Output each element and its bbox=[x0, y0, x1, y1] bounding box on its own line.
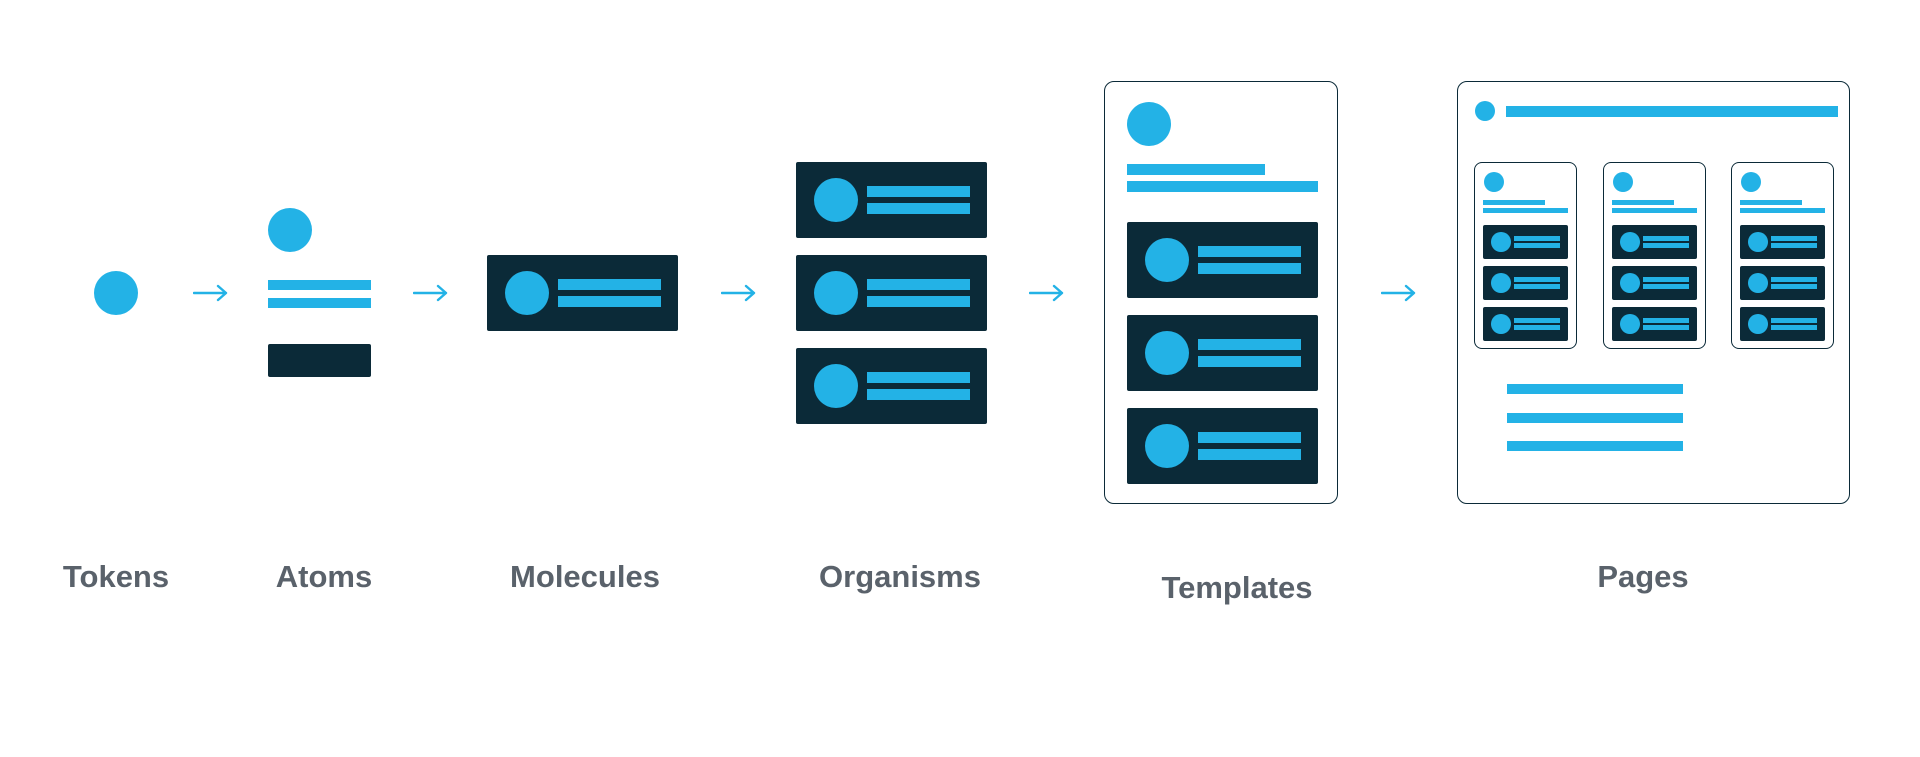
card-circle bbox=[1619, 273, 1640, 293]
card-circle bbox=[1145, 237, 1190, 283]
card-bar bbox=[866, 389, 970, 401]
card-bar bbox=[866, 371, 970, 383]
card-circle bbox=[1619, 314, 1640, 334]
card-bar bbox=[1771, 235, 1818, 241]
card-bar bbox=[557, 278, 661, 290]
mini-bar bbox=[1740, 200, 1802, 205]
page-body-bar bbox=[1507, 441, 1683, 451]
card-bar bbox=[1197, 245, 1301, 257]
mini-bar bbox=[1483, 208, 1568, 213]
card-circle bbox=[814, 177, 859, 223]
page-body-bar bbox=[1507, 384, 1683, 394]
card-bar bbox=[1771, 317, 1818, 323]
stage-label-atoms: Atoms bbox=[275, 559, 373, 594]
card-bar bbox=[1643, 317, 1690, 323]
arrow-right-icon bbox=[1029, 284, 1064, 302]
stage-label-tokens: Tokens bbox=[62, 559, 170, 594]
arrow-right-icon bbox=[1381, 284, 1416, 302]
card-circle bbox=[1747, 273, 1768, 293]
stage-label-molecules: Molecules bbox=[510, 559, 660, 594]
card-bar bbox=[866, 185, 970, 197]
card-bar bbox=[557, 296, 661, 308]
card-circle bbox=[505, 270, 550, 316]
mini-circle bbox=[1484, 172, 1504, 192]
card-bar bbox=[1771, 276, 1818, 282]
stage-label-pages: Pages bbox=[1597, 559, 1689, 594]
atom-bar bbox=[268, 298, 371, 308]
stage-label-organisms: Organisms bbox=[819, 559, 981, 594]
page-header-circle bbox=[1475, 101, 1495, 121]
card-circle bbox=[1145, 330, 1190, 376]
card-bar bbox=[1771, 243, 1818, 249]
mini-bar bbox=[1483, 200, 1545, 205]
mini-circle bbox=[1741, 172, 1761, 192]
card-circle bbox=[1747, 314, 1768, 334]
page-header-bar bbox=[1506, 106, 1838, 117]
template-circle bbox=[1127, 102, 1171, 146]
token-circle bbox=[94, 271, 138, 315]
mini-bar bbox=[1740, 208, 1825, 213]
card-circle bbox=[1490, 273, 1511, 293]
arrow-right-icon bbox=[193, 284, 228, 302]
card-bar bbox=[1514, 317, 1561, 323]
card-circle bbox=[1490, 232, 1511, 252]
card-bar bbox=[1643, 243, 1690, 249]
card-bar bbox=[1197, 338, 1301, 350]
card-bar bbox=[866, 203, 970, 215]
card-bar bbox=[1771, 284, 1818, 290]
card-circle bbox=[1145, 423, 1190, 469]
card-bar bbox=[1643, 235, 1690, 241]
atom-block bbox=[268, 344, 371, 377]
card-circle bbox=[814, 363, 859, 409]
mini-bar bbox=[1612, 208, 1697, 213]
stage-label-templates: Templates bbox=[1161, 570, 1313, 605]
arrow-right-icon bbox=[413, 284, 448, 302]
template-bar bbox=[1127, 181, 1318, 192]
card-circle bbox=[1619, 232, 1640, 252]
card-bar bbox=[1197, 356, 1301, 368]
mini-bar bbox=[1612, 200, 1674, 205]
card-bar bbox=[1514, 284, 1561, 290]
atom-circle bbox=[268, 208, 312, 252]
card-bar bbox=[1643, 325, 1690, 331]
card-bar bbox=[1514, 243, 1561, 249]
card-bar bbox=[1771, 325, 1818, 331]
card-circle bbox=[1490, 314, 1511, 334]
arrow-right-icon bbox=[721, 284, 756, 302]
card-bar bbox=[1514, 325, 1561, 331]
card-bar bbox=[1197, 449, 1301, 461]
page-body-bar bbox=[1507, 413, 1683, 423]
card-bar bbox=[1197, 431, 1301, 443]
mini-circle bbox=[1613, 172, 1633, 192]
card-bar bbox=[866, 296, 970, 308]
card-circle bbox=[1747, 232, 1768, 252]
template-bar bbox=[1127, 164, 1265, 175]
card-bar bbox=[1514, 235, 1561, 241]
card-bar bbox=[1643, 284, 1690, 290]
card-bar bbox=[1514, 276, 1561, 282]
atom-bar bbox=[268, 280, 371, 290]
card-bar bbox=[1643, 276, 1690, 282]
card-circle bbox=[814, 270, 859, 316]
card-bar bbox=[1197, 263, 1301, 275]
card-bar bbox=[866, 278, 970, 290]
